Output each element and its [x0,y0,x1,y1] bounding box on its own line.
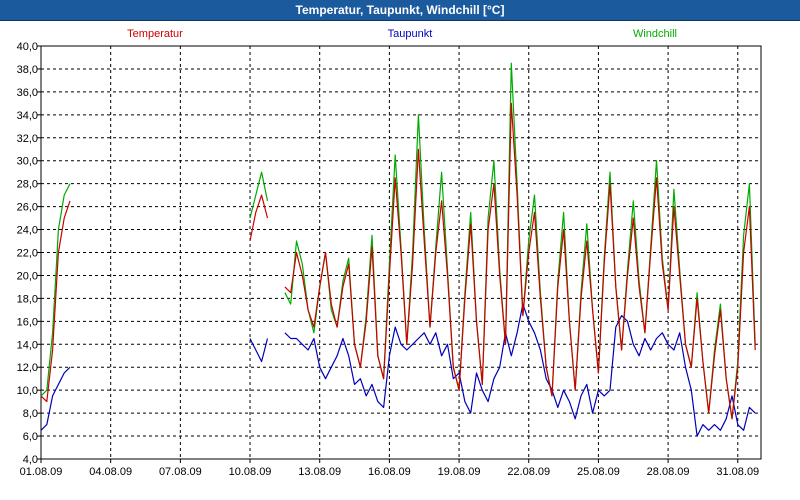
y-tick-label: 18,0 [17,293,38,305]
x-tick-label: 04.08.09 [89,466,132,478]
y-tick-label: 4,0 [23,454,38,466]
y-tick-label: 8,0 [23,408,38,420]
legend-temperatur: Temperatur [127,28,183,40]
chart-window: Temperatur, Taupunkt, Windchill [°C] 4,0… [0,0,800,500]
y-tick-label: 32,0 [17,133,38,145]
line-chart: 4,0 6,0 8,0 10,0 12,0 14,0 16,0 18,0 20,0 22,0 24,… [17,28,762,478]
y-tick-label: 10,0 [17,385,38,397]
x-tick-label: 10.08.09 [229,466,272,478]
x-tick-label: 31.08.09 [716,466,759,478]
y-tick-label: 40,0 [17,41,38,53]
x-tick-label: 01.08.09 [20,466,63,478]
x-tick-label: 16.08.09 [368,466,411,478]
y-tick-label: 30,0 [17,156,38,168]
y-tick-label: 38,0 [17,64,38,76]
legend-windchill: Windchill [633,28,677,40]
x-tick-label: 25.08.09 [577,466,620,478]
y-tick-label: 16,0 [17,316,38,328]
x-tick-label: 28.08.09 [647,466,690,478]
legend-taupunkt: Taupunkt [388,28,433,40]
y-tick-label: 20,0 [17,270,38,282]
x-tick-label: 19.08.09 [438,466,481,478]
y-tick-label: 28,0 [17,179,38,191]
window-title: Temperatur, Taupunkt, Windchill [°C] [0,0,800,21]
y-tick-label: 6,0 [23,431,38,443]
y-tick-label: 36,0 [17,87,38,99]
x-tick-label: 13.08.09 [298,466,341,478]
y-tick-label: 26,0 [17,202,38,214]
x-tick-label: 07.08.09 [159,466,202,478]
y-tick-label: 12,0 [17,362,38,374]
y-tick-label: 34,0 [17,110,38,122]
y-tick-label: 14,0 [17,339,38,351]
y-tick-label: 22,0 [17,248,38,260]
x-tick-label: 22.08.09 [507,466,550,478]
y-tick-label: 24,0 [17,225,38,237]
